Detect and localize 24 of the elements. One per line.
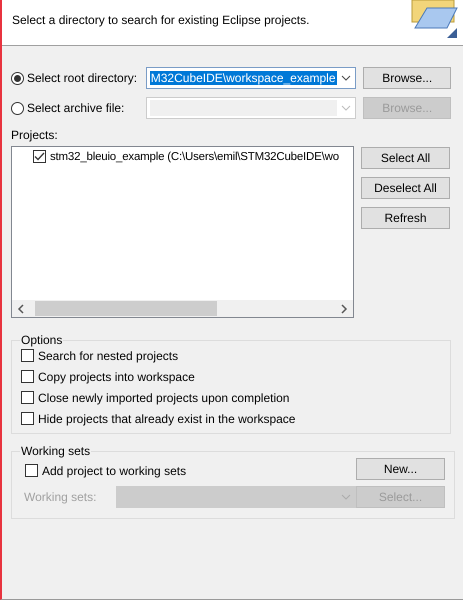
directory-combo[interactable]: M32CubeIDE\workspace_example xyxy=(146,67,356,89)
working-sets-label: Working sets: xyxy=(24,490,98,504)
scroll-left-icon[interactable] xyxy=(17,304,25,314)
caret-icon xyxy=(341,75,352,81)
group-title: Working sets xyxy=(20,444,92,458)
folder-icon xyxy=(409,0,459,40)
list-action-button[interactable]: Select All xyxy=(361,147,450,169)
description-text: Select a directory to search for existing Eclipse projects. xyxy=(12,13,310,27)
option-checkbox[interactable]: Copy projects into workspace xyxy=(21,368,441,385)
list-action-button[interactable]: Refresh xyxy=(361,207,450,229)
caret-icon xyxy=(341,105,352,111)
radio-option[interactable]: Select root directory: xyxy=(11,71,146,85)
option-checkbox[interactable]: Search for nested projects xyxy=(21,347,441,364)
scroll-right-icon[interactable] xyxy=(340,304,348,314)
check-icon xyxy=(34,152,45,161)
projects-label: Projects: xyxy=(11,128,59,144)
horizontal-scrollbar[interactable] xyxy=(12,300,353,317)
project-item[interactable]: stm32_bleuio_example (C:\Users\emil\STM32CubeIDE\wo xyxy=(33,150,353,163)
browse-button[interactable]: Browse... xyxy=(363,67,451,89)
group-title: Options xyxy=(20,333,64,347)
caret-icon xyxy=(341,494,351,500)
option-checkbox[interactable]: Hide projects that already exist in the workspace xyxy=(21,410,441,427)
list-action-button[interactable]: Deselect All xyxy=(361,177,450,199)
option-checkbox[interactable]: Close newly imported projects upon completion xyxy=(21,389,441,406)
